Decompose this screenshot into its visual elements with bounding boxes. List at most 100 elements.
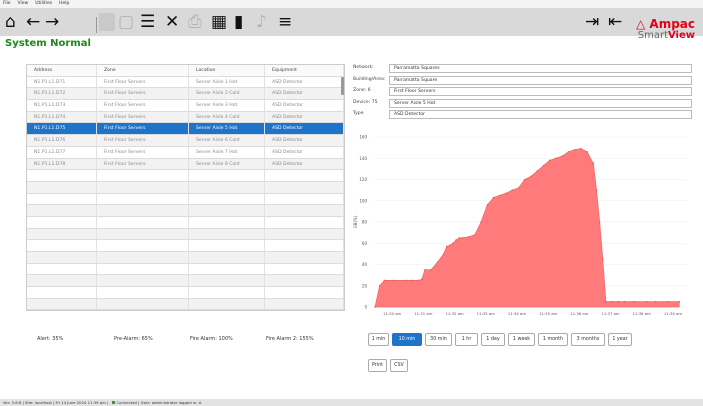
table-cell: ASD Detector: [265, 123, 344, 135]
range-button-30-min[interactable]: 30 min: [425, 333, 452, 346]
csv-button[interactable]: CSV: [390, 359, 408, 372]
data-point: [561, 155, 563, 157]
data-point: [458, 237, 461, 239]
empty-table-row: [27, 170, 344, 182]
data-point: [492, 196, 495, 199]
table-cell: N1.P1.L1.D78: [27, 158, 97, 170]
print-button[interactable]: Print: [368, 359, 387, 372]
empty-table-row: [27, 216, 344, 229]
x-tick-label: 11:32 am: [445, 311, 463, 316]
empty-cell: [189, 298, 265, 310]
data-point: [605, 300, 607, 303]
table-row[interactable]: N1.P1.L1.D73 First Floor Servers Server Ai…: [27, 100, 344, 112]
login-icon[interactable]: ⇤: [608, 12, 622, 32]
empty-cell: [265, 228, 344, 240]
table-cell: First Floor Servers: [97, 88, 189, 100]
menu-icon[interactable]: ≡: [278, 12, 292, 32]
range-button-1-year[interactable]: 1 year: [608, 333, 632, 346]
range-button-1-day[interactable]: 1 day: [481, 333, 505, 346]
data-point: [530, 175, 532, 178]
empty-cell: [97, 228, 189, 240]
empty-cell: [189, 252, 265, 263]
header-zone[interactable]: Zone: [97, 65, 189, 76]
table-cell: Server Aisle 5 Hot: [189, 123, 265, 135]
header-equipment[interactable]: Equipment: [265, 65, 344, 76]
bar-chart-icon[interactable]: ▮: [234, 12, 243, 32]
calendar-icon[interactable]: ▦: [211, 12, 227, 32]
empty-table-row: [27, 298, 344, 311]
logo-brand: Ampac: [649, 17, 695, 31]
toolbar: △ Ampac SmartView ⌂ ← → ▢ ☰ ✕ ⎙ ▦ ▮ ♪ ≡ ⇥ ⇤: [0, 8, 703, 41]
menu-file[interactable]: File: [3, 1, 11, 6]
table-cell: Server Aisle 4 Cold: [189, 111, 265, 123]
list-icon[interactable]: ☰: [140, 12, 155, 32]
y-tick-label: 140: [359, 156, 367, 161]
empty-cell: [27, 240, 97, 251]
data-point: [542, 164, 545, 167]
data-point: [517, 187, 520, 189]
data-point: [667, 300, 670, 303]
empty-table-row: [27, 263, 344, 276]
range-button-10-min[interactable]: 10 min: [392, 333, 422, 346]
data-point: [486, 204, 489, 206]
table-row[interactable]: N1.P1.L1.D77 First Floor Servers Server Ai…: [27, 146, 344, 159]
data-point: [598, 221, 601, 223]
range-button-3-months[interactable]: 3 months: [571, 333, 605, 346]
forward-arrow-icon[interactable]: →: [45, 12, 59, 32]
menu-bar: File View Utilities Help: [0, 0, 703, 8]
empty-table-row: [27, 287, 344, 299]
footer-user: User: administrator: [140, 400, 178, 405]
empty-cell: [265, 181, 344, 193]
obscuration-chart: 0 20 40 60 80 100 120 140 160 OB(%) 11:30 am 11:31 …: [353, 135, 687, 316]
back-arrow-icon[interactable]: ←: [26, 12, 40, 32]
empty-cell: [189, 287, 265, 298]
table-cell: N1.P1.L1.D74: [27, 111, 97, 123]
logo-product-b: View: [667, 30, 695, 41]
empty-cell: [189, 181, 265, 193]
y-tick-label: 40: [362, 262, 368, 267]
empty-cell: [189, 170, 265, 181]
menu-utilities[interactable]: Utilities: [35, 1, 52, 6]
table-row[interactable]: N1.P1.L1.D75 First Floor Servers Server Ai…: [27, 123, 344, 136]
header-address[interactable]: Address: [27, 65, 97, 76]
empty-cell: [27, 287, 97, 298]
ampac-logo: △ Ampac SmartView: [636, 18, 695, 41]
table-row[interactable]: N1.P1.L1.D76 First Floor Servers Server Ai…: [27, 135, 344, 147]
empty-cell: [265, 298, 344, 310]
y-tick-label: 120: [359, 177, 367, 182]
data-point: [405, 279, 407, 282]
table-row[interactable]: N1.P1.L1.D78 First Floor Servers Server Ai…: [27, 158, 344, 171]
pre-alarm-threshold: Pre-Alarm: 65%: [114, 336, 153, 342]
data-point: [633, 300, 635, 303]
data-point: [617, 300, 620, 303]
table-cell: First Floor Servers: [97, 146, 189, 158]
range-button-1-hr[interactable]: 1 hr: [455, 333, 478, 346]
empty-cell: [97, 298, 189, 310]
table-scrollbar[interactable]: [341, 77, 344, 95]
empty-cell: [189, 205, 265, 216]
menu-help[interactable]: Help: [59, 1, 69, 6]
x-tick-label: 11:34 am: [508, 311, 526, 316]
table-row[interactable]: N1.P1.L1.D74 First Floor Servers Server Ai…: [27, 111, 344, 124]
range-button-1-month[interactable]: 1 month: [538, 333, 568, 346]
x-tick-label: 11:31 am: [414, 311, 432, 316]
table-cell: First Floor Servers: [97, 111, 189, 123]
table-cell: First Floor Servers: [97, 135, 189, 146]
detail-value-field: Parramatta Square: [389, 75, 692, 85]
empty-cell: [189, 240, 265, 251]
table-row[interactable]: N1.P1.L1.D71 First Floor Servers Server Ai…: [27, 76, 344, 89]
menu-view[interactable]: View: [18, 1, 29, 6]
empty-cell: [27, 228, 97, 240]
logout-icon[interactable]: ⇥: [585, 12, 599, 32]
table-row[interactable]: N1.P1.L1.D72 First Floor Servers Server Ai…: [27, 88, 344, 101]
data-point: [555, 157, 557, 160]
range-button-1-week[interactable]: 1 week: [508, 333, 535, 346]
mute-icon[interactable]: ✕: [165, 12, 179, 32]
home-icon[interactable]: ⌂: [5, 12, 16, 32]
data-point: [436, 261, 439, 264]
data-point: [378, 284, 381, 287]
empty-cell: [265, 193, 344, 205]
data-point: [374, 306, 376, 308]
header-location[interactable]: Location: [189, 65, 265, 76]
range-button-1-min[interactable]: 1 min: [368, 333, 389, 346]
